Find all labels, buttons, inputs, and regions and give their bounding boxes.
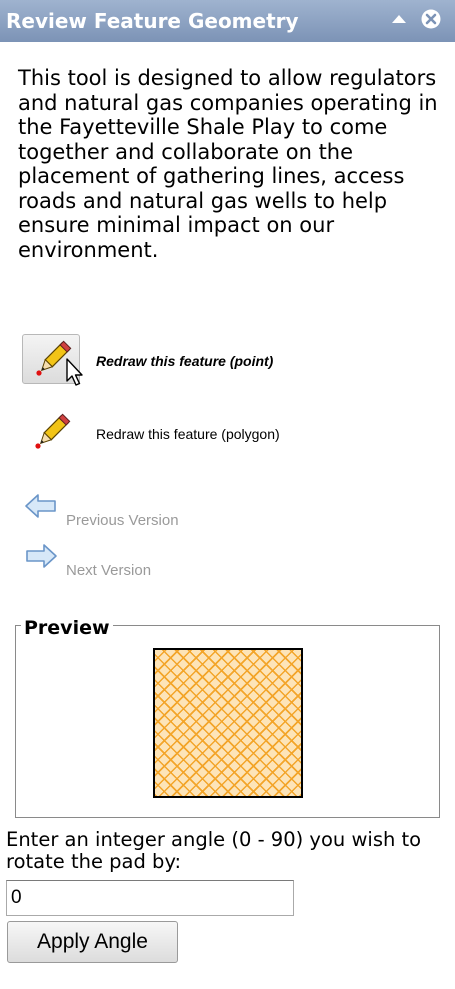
pencil-icon: [35, 413, 71, 449]
redraw-polygon-label[interactable]: Redraw this feature (polygon): [96, 426, 280, 442]
angle-prompt: Enter an integer angle (0 - 90) you wish…: [6, 828, 422, 873]
close-icon[interactable]: [420, 8, 442, 30]
preview-fieldset: Preview: [15, 617, 440, 818]
panel-title: Review Feature Geometry: [6, 9, 299, 33]
mouse-cursor-icon: [66, 358, 83, 386]
preview-legend: Preview: [21, 617, 113, 639]
arrow-right-icon[interactable]: [24, 542, 58, 570]
tool-description: This tool is designed to allow regulator…: [18, 66, 438, 262]
preview-pad-shape: [153, 648, 303, 798]
redraw-polygon-button[interactable]: [22, 408, 80, 458]
previous-version-row[interactable]: Previous Version: [24, 492, 324, 532]
collapse-up-icon[interactable]: [388, 8, 410, 30]
apply-angle-button[interactable]: Apply Angle: [7, 921, 178, 963]
next-version-label[interactable]: Next Version: [66, 562, 151, 579]
redraw-point-label[interactable]: Redraw this feature (point): [96, 353, 273, 369]
next-version-row[interactable]: Next Version: [24, 542, 324, 582]
redraw-point-button[interactable]: [22, 334, 83, 386]
previous-version-label[interactable]: Previous Version: [66, 512, 179, 529]
arrow-left-icon[interactable]: [24, 492, 58, 520]
redraw-polygon-row[interactable]: Redraw this feature (polygon): [22, 408, 442, 460]
redraw-point-row[interactable]: Redraw this feature (point): [22, 334, 442, 386]
angle-input[interactable]: [6, 880, 294, 916]
panel-titlebar: Review Feature Geometry: [0, 0, 455, 42]
